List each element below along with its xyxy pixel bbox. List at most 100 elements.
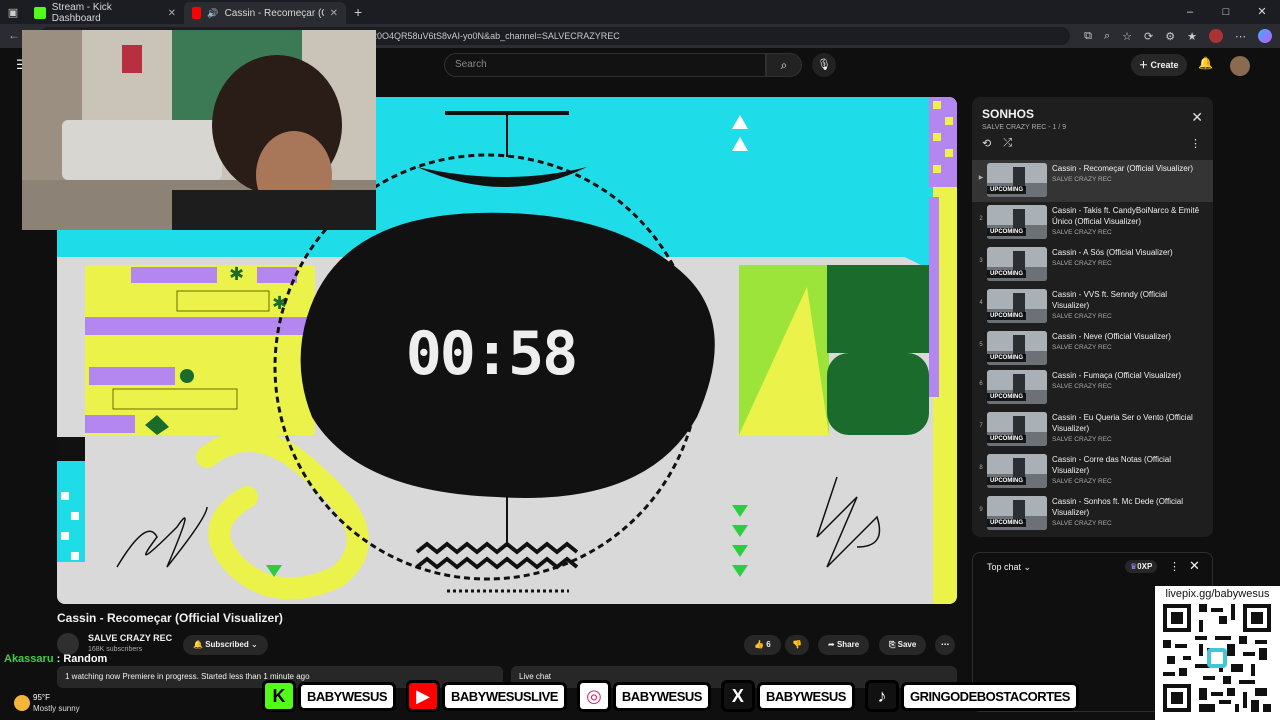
minimize-button[interactable]: – — [1172, 0, 1208, 24]
copilot-icon[interactable] — [1258, 29, 1272, 43]
share-button[interactable]: ➦ Share — [818, 635, 870, 655]
playlist-item-title: Cassin - Takis ft. CandyBoiNarco & Emitê… — [1052, 206, 1200, 226]
close-playlist-icon[interactable]: ✕ — [1191, 109, 1203, 126]
weather-widget[interactable]: 95°F Mostly sunny — [0, 690, 120, 720]
notifications-bell-icon[interactable]: 🔔 — [1198, 56, 1213, 70]
subscribed-button[interactable]: 🔔 Subscribed ⌄ — [183, 635, 268, 655]
favorite-star-icon[interactable]: ☆ — [1122, 30, 1132, 43]
refresh-icon[interactable]: ⟳ — [1144, 30, 1153, 43]
countdown-timer: 00:58 — [405, 319, 579, 389]
tab-label: Cassin - Recomeçar (Official — [224, 7, 324, 19]
social-handle: ▶ BABYWESUSLIVE — [406, 680, 567, 712]
social-handle: ◎ BABYWESUS — [576, 680, 711, 712]
playlist-thumbnail[interactable]: UPCOMING — [987, 247, 1047, 281]
search-input[interactable]: Search — [444, 53, 766, 77]
loop-icon[interactable]: ⟲ — [982, 137, 991, 150]
voice-search-button[interactable]: 🎙 — [812, 53, 836, 77]
subscribed-label: Subscribed — [205, 640, 249, 649]
weather-condition: Mostly sunny — [33, 704, 80, 713]
playlist-thumbnail[interactable]: UPCOMING — [987, 454, 1047, 488]
playlist-more-icon[interactable]: ⋮ — [1190, 137, 1201, 150]
playlist-item-title: Cassin - Neve (Official Visualizer) — [1052, 332, 1171, 341]
playlist-item-channel: SALVE CRAZY REC — [1052, 313, 1112, 320]
extensions-icon[interactable]: ⚙ — [1165, 30, 1175, 43]
account-avatar[interactable] — [1230, 56, 1250, 76]
more-icon[interactable]: ⋯ — [1235, 30, 1246, 43]
playlist-item[interactable]: 3 UPCOMING Cassin - A Sós (Official Visual… — [972, 244, 1213, 286]
chat-more-icon[interactable]: ⋮ — [1169, 560, 1180, 573]
tab-kick-dashboard[interactable]: Stream - Kick Dashboard ✕ — [26, 2, 184, 24]
playlist-thumbnail[interactable]: UPCOMING — [987, 496, 1047, 530]
profile-icon[interactable] — [1209, 29, 1223, 43]
playlist-item[interactable]: ▶ UPCOMING Cassin - Recomeçar (Official Vi… — [972, 160, 1213, 202]
svg-text:✱: ✱ — [229, 264, 244, 284]
kick-favicon-icon — [34, 7, 46, 19]
chat-username: Akassaru — [4, 653, 54, 665]
back-icon[interactable]: ← — [8, 28, 20, 42]
x-icon: X — [720, 680, 755, 712]
tab-label: Stream - Kick Dashboard — [51, 2, 112, 24]
like-button[interactable]: 👍 6 — [744, 635, 781, 655]
search-button[interactable]: ⌕ — [766, 53, 802, 77]
sidebar-toggle-icon[interactable]: ▣ — [0, 6, 26, 19]
playlist-item-title: Cassin - Recomeçar (Official Visualizer) — [1052, 164, 1194, 173]
more-actions-button[interactable]: ⋯ — [935, 635, 955, 655]
upcoming-badge: UPCOMING — [987, 519, 1026, 527]
close-tab-icon[interactable]: ✕ — [168, 8, 176, 19]
playlist-item[interactable]: 4 UPCOMING Cassin - VVS ft. Senndy (Offici… — [972, 286, 1213, 328]
zoom-icon[interactable]: ⌕ — [1104, 30, 1110, 43]
playlist-item-channel: SALVE CRAZY REC — [1052, 229, 1112, 236]
playlist-item-channel: SALVE CRAZY REC — [1052, 520, 1112, 527]
bell-icon: 🔔 — [193, 640, 206, 649]
playlist-item[interactable]: 2 UPCOMING Cassin - Takis ft. CandyBoiNarc… — [972, 202, 1213, 244]
tab-youtube-video[interactable]: 🔊 Cassin - Recomeçar (Official ✕ — [184, 2, 346, 24]
playlist-thumbnail[interactable]: UPCOMING — [987, 331, 1047, 365]
chat-message-text: Random — [63, 653, 108, 665]
close-tab-icon[interactable]: ✕ — [330, 8, 338, 19]
channel-name[interactable]: SALVE CRAZY REC — [88, 633, 172, 643]
playlist-item-title: Cassin - A Sós (Official Visualizer) — [1052, 248, 1173, 257]
upcoming-badge: UPCOMING — [987, 393, 1026, 401]
playlist-thumbnail[interactable]: UPCOMING — [987, 289, 1047, 323]
playlist-thumbnail[interactable]: UPCOMING — [987, 412, 1047, 446]
save-button[interactable]: ⎘ Save — [879, 635, 927, 655]
playlist-item-channel: SALVE CRAZY REC — [1052, 176, 1112, 183]
playlist-thumbnail[interactable]: UPCOMING — [987, 163, 1047, 197]
playlist-item-channel: SALVE CRAZY REC — [1052, 383, 1112, 390]
playlist-item[interactable]: 8 UPCOMING Cassin - Corre das Notas (Offic… — [972, 451, 1213, 493]
address-bar-icons: ⧉ ⌕ ☆ ⟳ ⚙ ★ ⋯ — [1084, 24, 1272, 48]
playlist-thumbnail[interactable]: UPCOMING — [987, 205, 1047, 239]
close-chat-icon[interactable]: ✕ — [1189, 558, 1200, 574]
plus-icon: ＋ — [1139, 60, 1151, 70]
chat-mode-dropdown[interactable]: Top chat ⌄ — [987, 562, 1031, 573]
upcoming-badge: UPCOMING — [987, 186, 1026, 194]
instagram-icon: ◎ — [576, 680, 611, 712]
playlist-item-index: 5 — [979, 342, 983, 348]
close-window-button[interactable]: ✕ — [1244, 0, 1280, 24]
playlist-item-index: ▶ — [978, 175, 984, 181]
browser-tab-bar: ▣ Stream - Kick Dashboard ✕ 🔊 Cassin - R… — [0, 0, 1280, 24]
dislike-button[interactable]: 👎 — [785, 635, 809, 655]
favorites-icon[interactable]: ★ — [1187, 30, 1197, 43]
kick-icon: K — [262, 680, 296, 712]
sun-icon — [14, 695, 30, 711]
maximize-button[interactable]: □ — [1208, 0, 1244, 24]
playlist-item-title: Cassin - Sonhos ft. Mc Dede (Official Vi… — [1052, 497, 1184, 517]
playlist-item[interactable]: 6 UPCOMING Cassin - Fumaça (Official Visua… — [972, 367, 1213, 409]
youtube-icon: ▶ — [406, 680, 441, 712]
app-icon[interactable]: ⧉ — [1084, 30, 1092, 43]
xp-badge[interactable]: ♛0XP — [1125, 560, 1158, 573]
playlist-thumbnail[interactable]: UPCOMING — [987, 370, 1047, 404]
upcoming-badge: UPCOMING — [987, 477, 1026, 485]
playlist-item-index: 4 — [979, 300, 983, 306]
playlist-item[interactable]: 5 UPCOMING Cassin - Neve (Official Visuali… — [972, 328, 1213, 370]
playlist-item[interactable]: 9 UPCOMING Cassin - Sonhos ft. Mc Dede (Of… — [972, 493, 1213, 535]
playlist-item[interactable]: 7 UPCOMING Cassin - Eu Queria Ser o Vento … — [972, 409, 1213, 451]
create-button[interactable]: ＋ Create — [1131, 54, 1187, 76]
bookmark-icon: ⎘ — [889, 640, 898, 649]
new-tab-button[interactable]: + — [346, 4, 362, 20]
shuffle-icon[interactable]: ⤮ — [1003, 137, 1012, 150]
playlist-title[interactable]: SONHOS — [982, 107, 1034, 121]
playlist-item-index: 9 — [979, 507, 983, 513]
channel-avatar[interactable] — [57, 633, 79, 655]
